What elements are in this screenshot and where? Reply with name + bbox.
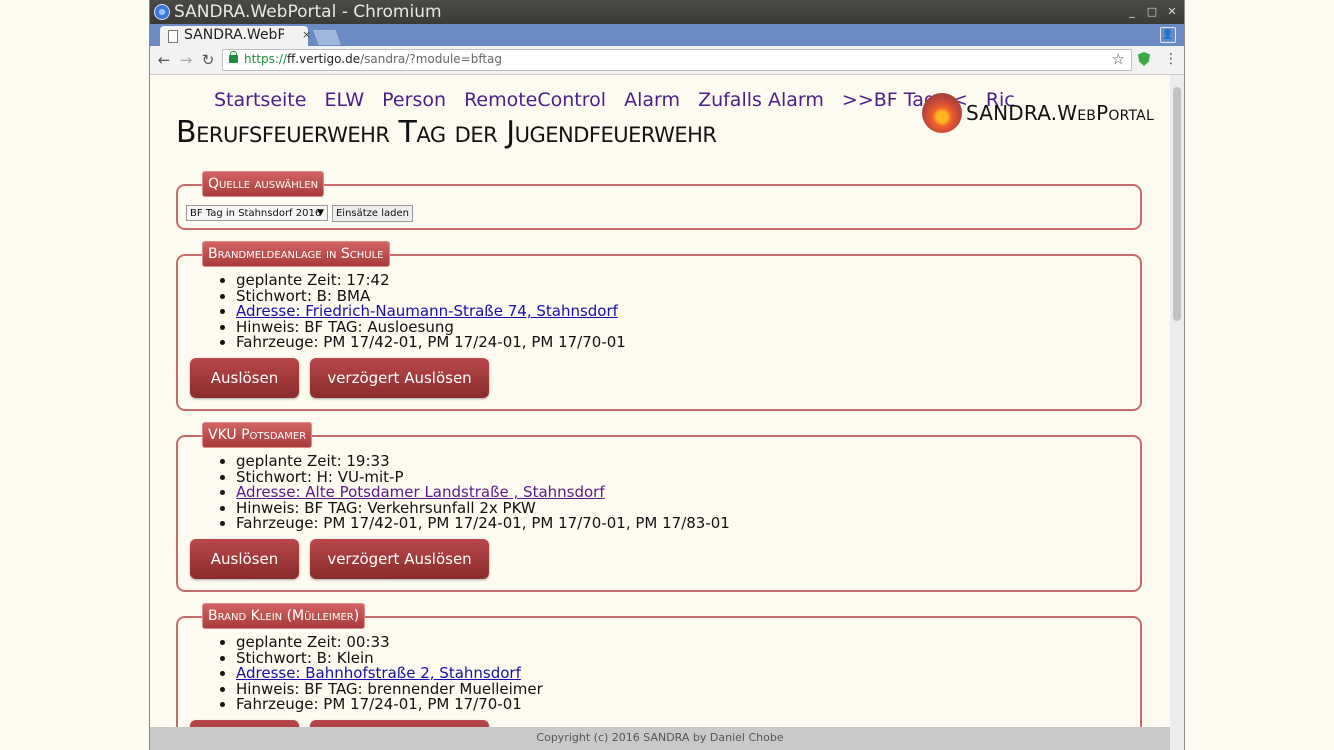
source-panel: Quelle auswählen BF Tag in Stahnsdorf 20… (176, 171, 1142, 230)
delayed-trigger-button[interactable]: verzögert Auslösen (310, 539, 489, 579)
tab-close-icon[interactable]: × (302, 28, 311, 41)
nav-person[interactable]: Person (382, 89, 446, 111)
menu-icon[interactable]: ⋮ (1164, 51, 1178, 67)
incident-legend: VKU Potsdamer (202, 422, 313, 448)
vehicles: Fahrzeuge: PM 17/24-01, PM 17/70-01 (236, 697, 543, 713)
browser-toolbar: ← → ↻ https://ff.vertigo.de/sandra/?modu… (150, 46, 1184, 75)
flame-icon (922, 93, 962, 133)
incident-details: geplante Zeit: 19:33 Stichwort: H: VU-mi… (218, 453, 730, 532)
close-window-icon[interactable]: ✕ (1164, 4, 1180, 20)
page-icon (168, 30, 178, 43)
vehicles: Fahrzeuge: PM 17/42-01, PM 17/24-01, PM … (236, 516, 730, 532)
page-footer: Copyright (c) 2016 SANDRA by Daniel Chob… (150, 727, 1170, 750)
profile-icon[interactable]: 👤 (1160, 27, 1176, 43)
lock-icon (229, 51, 238, 63)
main-navigation: Startseite ELW Person RemoteControl Alar… (214, 89, 1027, 111)
nav-zufalls-alarm[interactable]: Zufalls Alarm (698, 89, 824, 111)
tab-strip: SANDRA.WebPortal × 👤 (150, 24, 1184, 46)
delayed-trigger-button[interactable]: verzögert Auslösen (310, 358, 489, 398)
tab-sandra[interactable]: SANDRA.WebPortal × (160, 26, 311, 46)
dropdown-arrow-icon: ▼ (317, 208, 324, 218)
scrollbar-thumb[interactable] (1173, 87, 1181, 321)
incident-panel: VKU Potsdamer geplante Zeit: 19:33 Stich… (176, 422, 1142, 592)
sandra-logo: SANDRA.WebPortal (922, 93, 1160, 133)
source-select[interactable]: BF Tag in Stahnsdorf 2016 ▼ (186, 205, 328, 221)
vertical-scrollbar[interactable] (1170, 75, 1184, 750)
chromium-icon (154, 4, 170, 20)
bookmark-star-icon[interactable]: ☆ (1112, 50, 1125, 68)
tab-title: SANDRA.WebPortal (184, 27, 284, 43)
forward-icon[interactable]: → (176, 50, 196, 70)
incident-details: geplante Zeit: 00:33 Stichwort: B: Klein… (218, 634, 543, 713)
maximize-icon[interactable]: □ (1144, 4, 1160, 20)
incident-legend: Brandmeldeanlage in Schule (202, 241, 390, 267)
incident-details: geplante Zeit: 17:42 Stichwort: B: BMA A… (218, 272, 626, 351)
load-incidents-button[interactable]: Einsätze laden (332, 205, 413, 222)
title-bar: SANDRA.WebPortal - Chromium _ □ ✕ (150, 0, 1184, 24)
nav-alarm[interactable]: Alarm (624, 89, 680, 111)
address-bar[interactable]: https://ff.vertigo.de/sandra/?module=bft… (222, 49, 1132, 71)
url-text: https://ff.vertigo.de/sandra/?module=bft… (244, 52, 503, 66)
logo-text: SANDRA.WebPortal (966, 101, 1154, 125)
new-tab-button[interactable] (313, 30, 341, 45)
nav-elw[interactable]: ELW (324, 89, 364, 111)
browser-window: SANDRA.WebPortal - Chromium _ □ ✕ SANDRA… (150, 0, 1184, 750)
minimize-icon[interactable]: _ (1124, 4, 1140, 20)
nav-remotecontrol[interactable]: RemoteControl (464, 89, 606, 111)
trigger-button[interactable]: Auslösen (190, 539, 299, 579)
window-title: SANDRA.WebPortal - Chromium (174, 2, 442, 22)
trigger-button[interactable]: Auslösen (190, 358, 299, 398)
vehicles: Fahrzeuge: PM 17/42-01, PM 17/24-01, PM … (236, 335, 626, 351)
incident-legend: Brand Klein (Mülleimer) (202, 603, 366, 629)
nav-startseite[interactable]: Startseite (214, 89, 306, 111)
shield-extension-icon[interactable] (1138, 52, 1150, 66)
incident-panel: Brandmeldeanlage in Schule geplante Zeit… (176, 241, 1142, 411)
page-content: Startseite ELW Person RemoteControl Alar… (150, 75, 1170, 750)
source-legend: Quelle auswählen (202, 171, 325, 197)
page-title: Berufsfeuerwehr Tag der Jugendfeuerwehr (176, 115, 717, 150)
reload-icon[interactable]: ↻ (198, 50, 218, 70)
back-icon[interactable]: ← (154, 50, 174, 70)
